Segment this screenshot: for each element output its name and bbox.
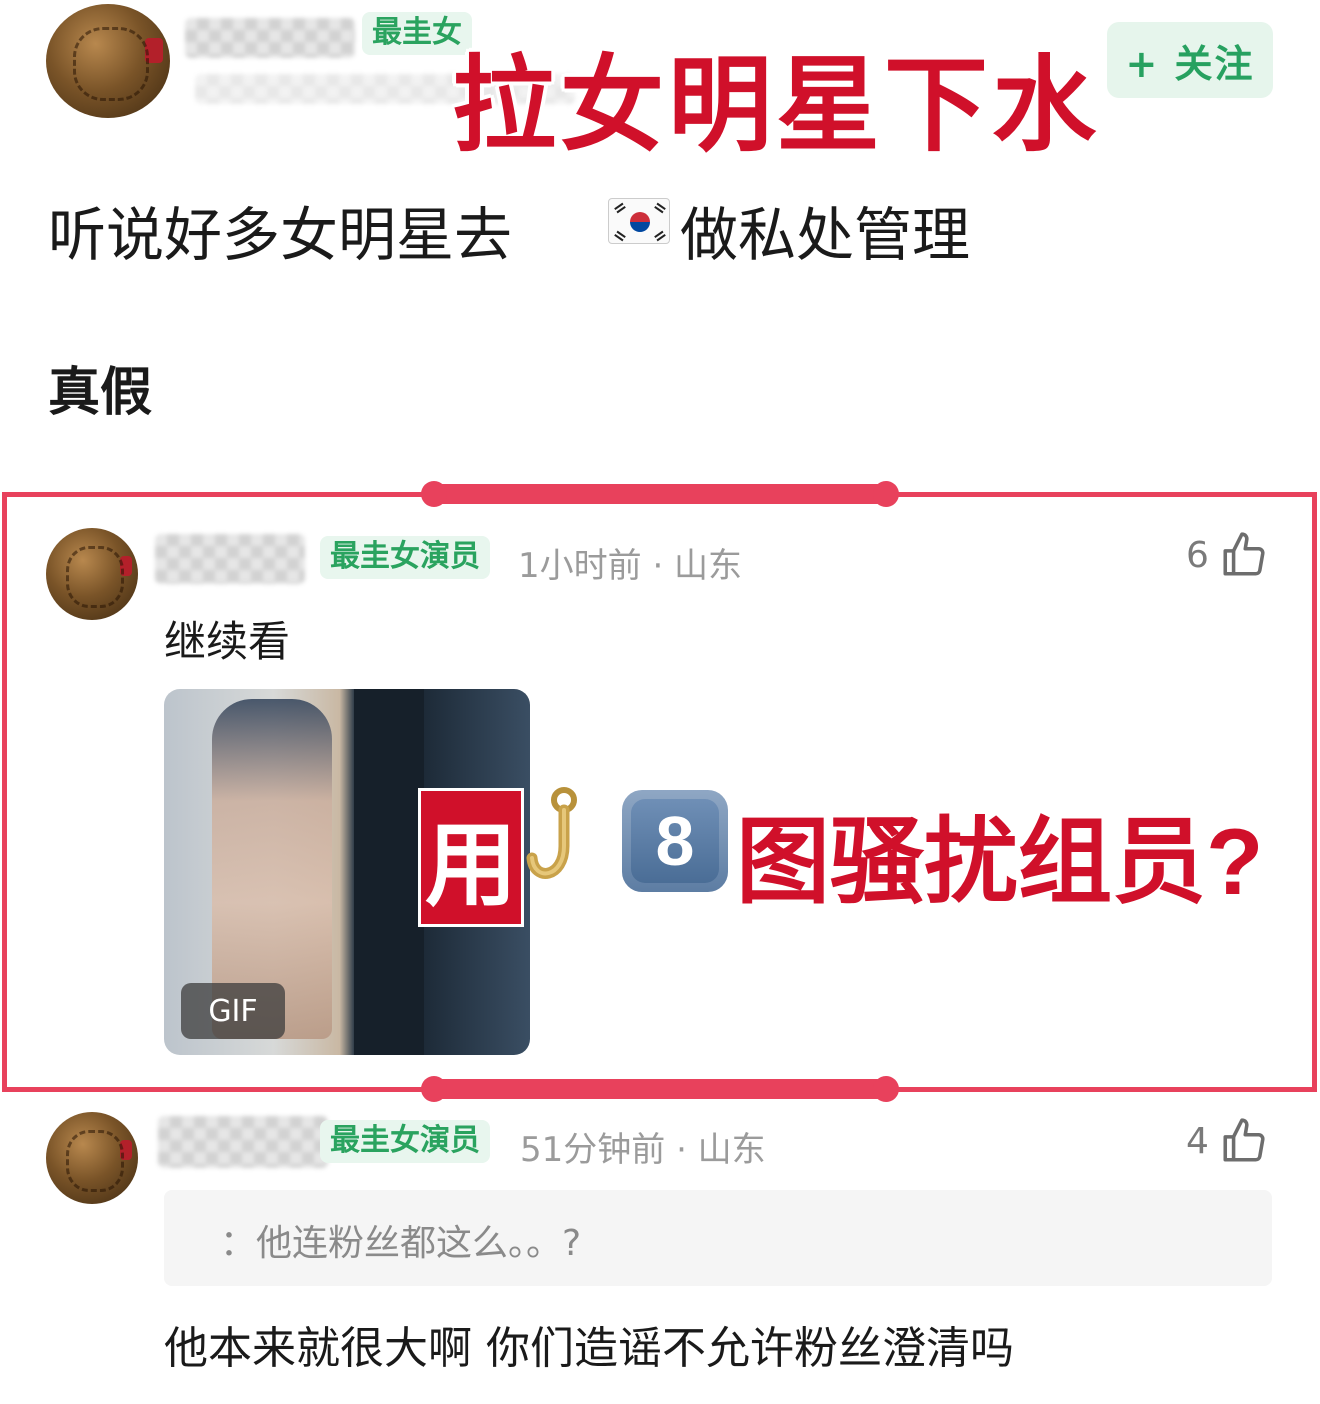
gif-badge: GIF	[181, 983, 285, 1039]
keycap-number-icon: 8	[622, 790, 728, 892]
comment1-like-button[interactable]: 6	[1186, 530, 1269, 580]
highlight-top-bar	[421, 481, 899, 507]
follow-button[interactable]: + 关注	[1107, 22, 1273, 98]
comment2-meta: 51分钟前 · 山东	[520, 1130, 766, 1170]
comment1-text: 继续看	[164, 617, 291, 666]
thumbs-up-icon	[1223, 1118, 1265, 1162]
hook-icon	[526, 787, 577, 879]
comment1-like-count: 6	[1186, 534, 1209, 576]
post-body-line1-start: 听说好多女明星去	[48, 201, 513, 269]
comment-overlay-suffix: 图骚扰组员?	[736, 809, 1264, 914]
comment1-author-tag: 最圭女演员	[320, 536, 490, 579]
comment2-author-tag: 最圭女演员	[320, 1120, 490, 1163]
comment1-author-name-blurred[interactable]	[155, 534, 305, 584]
post-author-name-blurred[interactable]	[185, 18, 355, 58]
comment2-avatar[interactable]	[46, 1112, 138, 1204]
comment2-text: 他本来就很大啊 你们造谣不允许粉丝澄清吗	[164, 1323, 1014, 1374]
comment-overlay-prefix: 用	[418, 788, 525, 927]
comment1-avatar[interactable]	[46, 528, 138, 620]
post-overlay-title: 拉女明星下水	[452, 48, 1101, 164]
comment2-author-name-blurred[interactable]	[158, 1116, 328, 1168]
post-body-line1-end: 做私处管理	[680, 201, 971, 269]
thumbs-up-icon	[1223, 532, 1265, 576]
korea-flag-icon	[608, 198, 670, 244]
post-body-line2: 真假	[48, 363, 153, 423]
comment2-like-count: 4	[1186, 1120, 1209, 1162]
post-author-avatar[interactable]	[46, 4, 170, 118]
comment2-like-button[interactable]: 4	[1186, 1116, 1269, 1166]
highlight-bottom-bar	[421, 1076, 899, 1102]
comment2-quote-text: ：他连粉丝都这么。。?	[220, 1223, 582, 1264]
comment1-meta: 1小时前 · 山东	[518, 546, 743, 586]
